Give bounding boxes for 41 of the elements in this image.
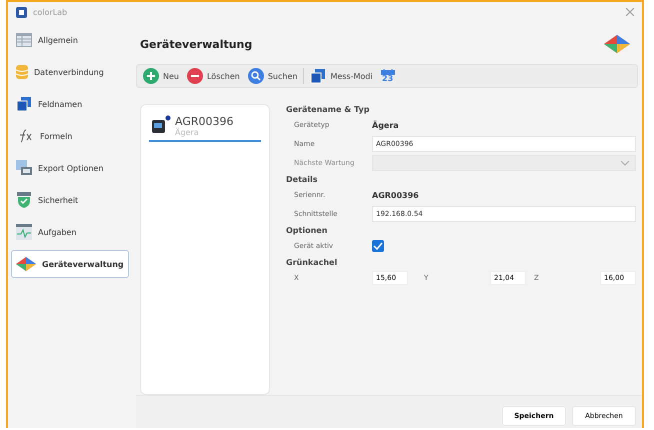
device-icon [149, 115, 171, 135]
toolbar-button[interactable]: Suchen [246, 68, 300, 84]
logo-icon [16, 257, 36, 271]
toolbar-button[interactable]: Mess-Modi [308, 68, 375, 84]
section-heading: Optionen [286, 226, 328, 235]
section-heading: Gerätename & Typ [286, 105, 370, 114]
section-heading: Grünkachel [286, 258, 338, 267]
chevron-icon [621, 160, 629, 166]
database-icon [16, 64, 28, 80]
field-value: AGR00396 [372, 190, 419, 200]
sidebar-item[interactable]: Export Optionen [11, 154, 129, 182]
pulse-icon [16, 224, 32, 240]
sidebar-item[interactable]: Datenverbindung [11, 58, 129, 86]
windows-icon [310, 68, 326, 84]
calendar-icon [380, 69, 395, 75]
app-icon [16, 6, 27, 18]
toolbar-button[interactable]: Neu [141, 68, 181, 84]
plus-icon [143, 68, 159, 84]
sidebar-item[interactable]: Geräteverwaltung [11, 250, 129, 278]
sidebar-item[interactable]: Sicherheit [11, 186, 129, 214]
sidebar-item[interactable]: Aufgaben [11, 218, 129, 246]
windows-icon [16, 96, 32, 112]
section-heading: Details [286, 175, 319, 184]
sidebar-item[interactable]: Formeln [11, 122, 129, 150]
search-icon [248, 68, 264, 84]
device-name: AGR00396 [175, 115, 234, 128]
logo-icon [604, 34, 630, 54]
device-item[interactable]: AGR00396 Ägera [149, 115, 261, 142]
table-icon [16, 33, 32, 47]
sidebar-item[interactable]: Feldnamen [11, 90, 129, 118]
checkbox[interactable] [372, 240, 384, 252]
page-title: Geräteverwaltung [140, 38, 252, 50]
export-icon [16, 160, 32, 176]
sidebar-item[interactable]: Allgemein [11, 26, 129, 54]
window-title: colorLab [33, 8, 68, 16]
shield-icon [16, 192, 32, 208]
minus-icon [186, 68, 203, 84]
device-type: Ägera [175, 128, 200, 137]
close-icon[interactable] [626, 8, 634, 16]
toolbar-button[interactable]: Löschen [184, 68, 242, 84]
field-value: Ägera [372, 120, 399, 130]
